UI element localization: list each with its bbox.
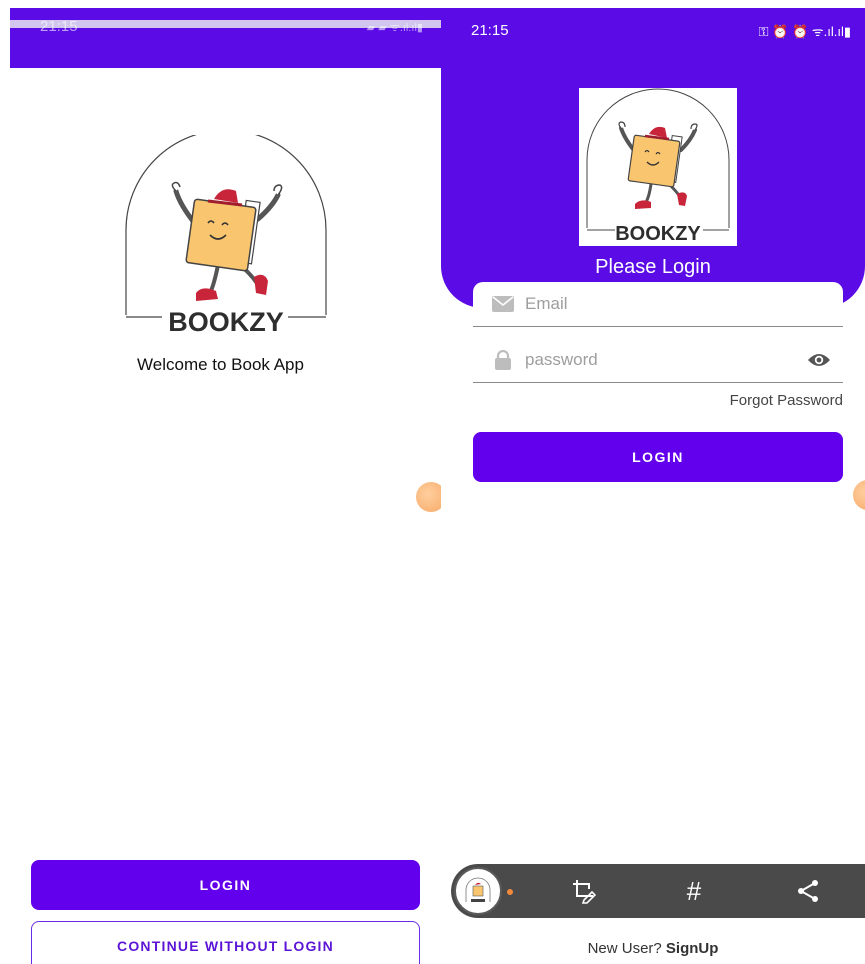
forgot-password-link[interactable]: Forgot Password — [730, 392, 843, 409]
signup-link[interactable]: SignUp — [666, 940, 719, 957]
thumbnail-indicator-dot — [507, 889, 513, 895]
lock-icon — [483, 350, 523, 370]
share-icon[interactable] — [781, 864, 835, 918]
status-icons: ⚿ ⏰ ⏰ ᯤ.ıl.ıl▮ — [758, 24, 851, 39]
email-input[interactable] — [523, 293, 843, 315]
svg-text:BOOKZY: BOOKZY — [615, 223, 701, 245]
eye-icon[interactable] — [807, 352, 831, 368]
login-button[interactable]: LOGIN — [473, 432, 843, 482]
svg-text:BOOKZY: BOOKZY — [168, 307, 284, 337]
password-field-row — [473, 338, 843, 383]
status-time: 21:15 — [40, 18, 78, 35]
signup-prompt: New User? SignUp — [441, 940, 865, 957]
email-field-row — [473, 282, 843, 327]
bookzy-logo: BOOKZY — [118, 135, 334, 340]
status-bar: 21:15 ▰ ▰ ᯤ.ıl.ıl▮ — [10, 8, 441, 68]
brand-wordmark: BOOKZY — [615, 223, 701, 245]
signup-prefix: New User? — [587, 940, 666, 957]
page-title: Please Login — [595, 256, 711, 278]
status-icons: ▰ ▰ ᯤ.ıl.ıl▮ — [366, 22, 423, 34]
floating-bubble[interactable] — [416, 482, 441, 512]
crop-edit-icon[interactable] — [557, 864, 611, 918]
password-input[interactable] — [523, 349, 807, 371]
welcome-text: Welcome to Book App — [137, 355, 304, 374]
hashtag-icon[interactable]: # — [667, 864, 721, 918]
welcome-screen: 21:15 ▰ ▰ ᯤ.ıl.ıl▮ BOOKZY Welcome to Boo… — [0, 0, 441, 964]
status-time: 21:15 — [471, 22, 509, 39]
login-button[interactable]: LOGIN — [31, 860, 420, 910]
book-mascot-icon — [465, 877, 491, 902]
continue-without-login-button[interactable]: CONTINUE WITHOUT LOGIN — [31, 921, 420, 964]
screenshot-thumbnail[interactable] — [454, 867, 502, 915]
floating-bubble[interactable] — [853, 480, 865, 510]
brand-wordmark: BOOKZY — [168, 307, 284, 337]
mail-icon — [483, 296, 523, 312]
login-screen: 21:15 ⚿ ⏰ ⏰ ᯤ.ıl.ıl▮ BOOKZY Please Login… — [441, 0, 865, 964]
bookzy-logo: BOOKZY — [579, 88, 737, 246]
screenshot-toolbar: # — [451, 864, 865, 918]
